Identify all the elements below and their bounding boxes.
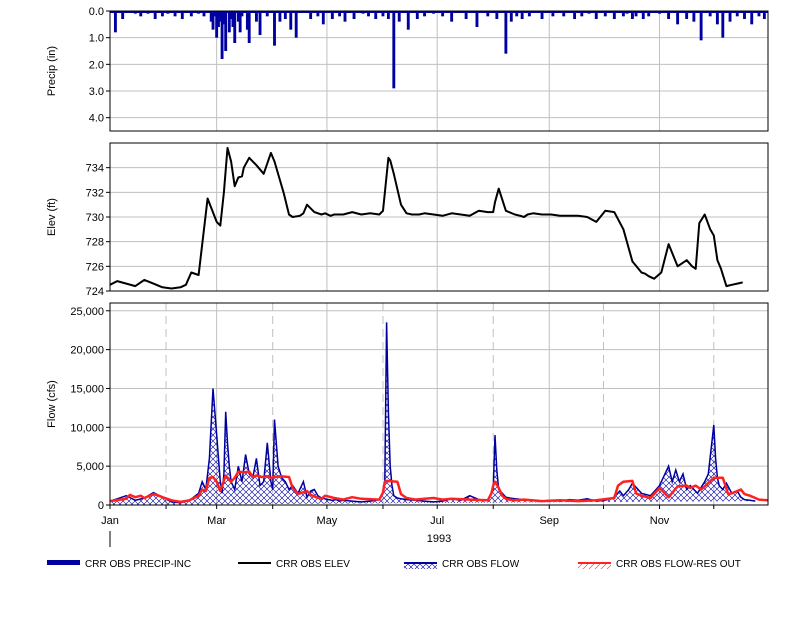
y-tick-label: 5,000 bbox=[76, 461, 104, 473]
y-tick-label: 728 bbox=[86, 237, 104, 249]
chart-root: 0.0 1.0 2.0 3.0 4.0 Precip (in) 724 726 728 730 7… bbox=[0, 0, 800, 627]
precip-bar bbox=[113, 11, 117, 33]
precip-bar bbox=[233, 11, 237, 43]
precip-bar bbox=[224, 11, 228, 51]
x-tick-label: Jan bbox=[101, 515, 119, 527]
y-tick-label: 15,000 bbox=[70, 383, 104, 395]
legend: CRR OBS PRECIP-INC CRR OBS ELEV CRR OBS FL… bbox=[47, 559, 741, 570]
panel-border bbox=[109, 10, 769, 132]
y-tick-label: 20,000 bbox=[70, 345, 104, 357]
legend-item: CRR OBS FLOW-RES OUT bbox=[578, 559, 741, 570]
legend-label: CRR OBS ELEV bbox=[276, 559, 350, 570]
x-tick-label: Nov bbox=[650, 515, 670, 527]
elev-panel: 724 726 728 730 732 734 Elev (ft) bbox=[46, 142, 769, 298]
y-tick-label: 2.0 bbox=[89, 59, 104, 71]
y-tick-label: 4.0 bbox=[89, 113, 104, 125]
legend-item: CRR OBS FLOW bbox=[404, 559, 520, 570]
x-tick-label: Sep bbox=[539, 515, 559, 527]
precip-bar bbox=[289, 11, 293, 30]
precip-bar bbox=[294, 11, 298, 38]
y-tick-label: 0.0 bbox=[89, 6, 104, 18]
reservoir-hydrograph-chart: 0.01.02.03.04.0Precip (in) 7247267287307… bbox=[46, 6, 769, 570]
legend-item: CRR OBS ELEV bbox=[238, 559, 350, 570]
precip-bar bbox=[258, 11, 262, 35]
elev-series-line bbox=[109, 146, 743, 290]
y-tick-label: 730 bbox=[86, 212, 104, 224]
y-axis-title: Elev (ft) bbox=[46, 198, 58, 236]
x-axis-year-label: 1993 bbox=[427, 533, 451, 545]
precip-bar bbox=[475, 11, 479, 27]
x-axis: Jan Mar May Jul Sep Nov 1993 bbox=[101, 505, 715, 547]
flow-panel: 0 5,000 10,000 15,000 20,000 25,000 Flow (cfs) bbox=[46, 302, 769, 512]
y-axis-title: Flow (cfs) bbox=[46, 380, 58, 428]
y-tick-label: 732 bbox=[86, 187, 104, 199]
precip-bar bbox=[699, 11, 703, 41]
y-tick-label: 1.0 bbox=[89, 33, 104, 45]
precip-bar bbox=[504, 11, 508, 54]
precip-bar bbox=[392, 11, 396, 89]
y-tick-label: 3.0 bbox=[89, 86, 104, 98]
precip-bar bbox=[273, 11, 276, 46]
precip-panel: 0.0 1.0 2.0 3.0 4.0 Precip (in) bbox=[46, 6, 769, 132]
precip-bar bbox=[406, 11, 410, 30]
legend-item: CRR OBS PRECIP-INC bbox=[47, 559, 191, 570]
x-tick-label: Jul bbox=[430, 515, 444, 527]
x-tick-label: May bbox=[317, 515, 338, 527]
x-tick-label: Mar bbox=[207, 515, 226, 527]
precip-bar bbox=[721, 11, 725, 38]
y-axis-title: Precip (in) bbox=[46, 46, 58, 96]
y-tick-label: 726 bbox=[86, 261, 104, 273]
legend-swatch-precip bbox=[47, 560, 80, 565]
y-tick-label: 0 bbox=[98, 500, 104, 512]
y-tick-label: 724 bbox=[86, 286, 104, 298]
y-tick-label: 734 bbox=[86, 163, 104, 175]
precip-bar bbox=[247, 11, 251, 43]
legend-label: CRR OBS FLOW bbox=[442, 559, 520, 570]
y-tick-label: 10,000 bbox=[70, 422, 104, 434]
legend-label: CRR OBS FLOW-RES OUT bbox=[616, 559, 741, 570]
legend-label: CRR OBS PRECIP-INC bbox=[85, 559, 191, 570]
y-tick-label: 25,000 bbox=[70, 306, 104, 318]
